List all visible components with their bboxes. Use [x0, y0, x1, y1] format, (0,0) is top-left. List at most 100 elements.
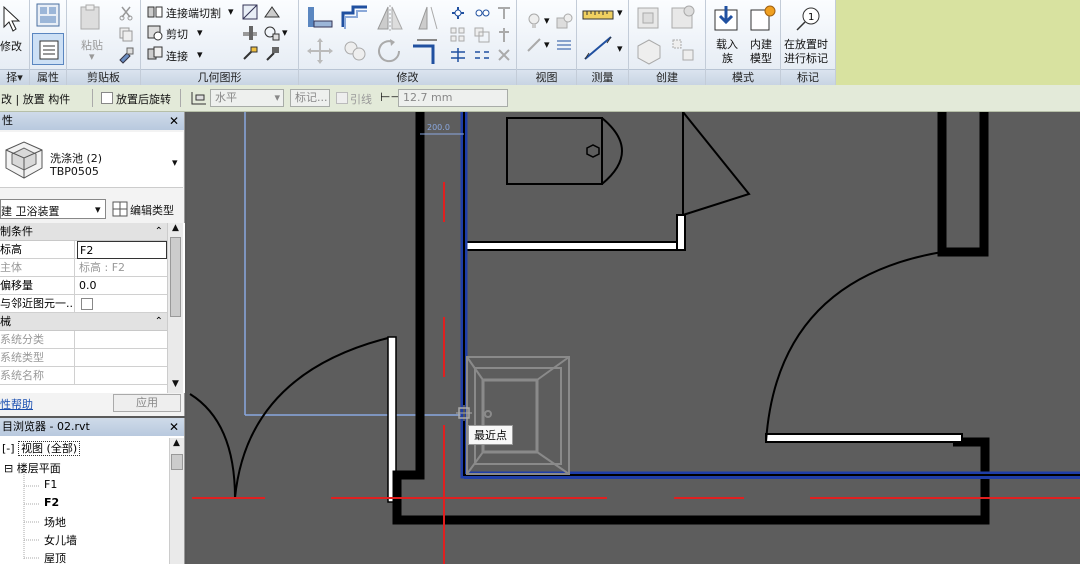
hammer-icon[interactable] — [263, 45, 281, 63]
join-geometry-dropdown[interactable]: ▾ — [197, 48, 203, 61]
trim-extend-multi-icon[interactable] — [495, 4, 513, 22]
drawing-canvas[interactable]: 200.0 最近点 — [187, 112, 1080, 564]
wall-joins-icon[interactable] — [241, 24, 259, 42]
property-grid-scrollbar[interactable]: ▲ ▼ — [167, 223, 183, 393]
paste-icon[interactable] — [77, 3, 105, 33]
trim-extend-corner-icon[interactable] — [409, 36, 441, 66]
orientation-select[interactable]: 水平 ▾ — [210, 89, 284, 107]
modify-cursor-icon[interactable] — [0, 5, 22, 35]
hide-dropdown[interactable]: ▾ — [544, 14, 550, 27]
floor-plan-view[interactable]: 200.0 — [187, 112, 1080, 564]
create-assembly-icon[interactable] — [635, 3, 663, 33]
move-with-nearby-checkbox[interactable] — [81, 298, 93, 310]
move-icon[interactable] — [449, 4, 467, 22]
tree-item-parapet[interactable]: 女儿墙 — [44, 532, 77, 548]
leader-length-field[interactable]: 12.7 mm — [398, 89, 508, 107]
properties-help-link[interactable]: 性帮助 — [0, 396, 33, 412]
properties-toggle-button[interactable] — [32, 33, 64, 65]
measure-dropdown[interactable]: ▾ — [617, 6, 623, 19]
type-properties-icon[interactable] — [33, 2, 63, 30]
apply-button[interactable]: 应用 — [113, 394, 181, 412]
scroll-thumb[interactable] — [170, 237, 181, 317]
join-roof-icon[interactable] — [263, 3, 281, 21]
connect-end-cut-label[interactable]: 连接端切割 — [166, 5, 221, 21]
create-group-icon[interactable] — [635, 36, 663, 66]
offset-icon[interactable] — [339, 3, 371, 33]
tag-on-placement-button[interactable]: 1 在放置时 进行标记 — [781, 2, 835, 66]
join-geometry-label[interactable]: 连接 — [166, 48, 188, 64]
leader-checkbox[interactable] — [336, 92, 348, 104]
hide-bulb-icon[interactable] — [525, 12, 543, 30]
paint-icon[interactable] — [241, 45, 259, 63]
scroll-down-icon[interactable]: ▼ — [172, 379, 179, 389]
demolish-dropdown[interactable]: ▾ — [282, 26, 288, 39]
modify-button-label[interactable]: 修改 — [0, 38, 22, 54]
thin-lines-icon[interactable] — [555, 36, 573, 54]
browser-close-button[interactable]: ✕ — [169, 418, 179, 436]
scroll-thumb[interactable] — [171, 454, 183, 470]
mirror-axis-icon[interactable] — [374, 3, 406, 33]
load-family-button[interactable]: 载入 族 — [708, 2, 744, 66]
walls[interactable] — [392, 112, 990, 525]
type-selector[interactable]: 洗涤池 (2) TBP0505 ▾ — [0, 132, 183, 188]
measure-ruler-icon[interactable] — [581, 3, 617, 25]
tree-item-roof[interactable]: 屋顶 — [44, 550, 66, 564]
pin-icon[interactable] — [495, 26, 513, 44]
mirror-draw-icon[interactable] — [409, 3, 441, 33]
scale-icon[interactable] — [473, 26, 491, 44]
connect-end-cut-dropdown[interactable]: ▾ — [228, 5, 234, 18]
cut-clipboard-icon[interactable] — [117, 4, 135, 22]
create-parts-icon[interactable] — [669, 3, 697, 33]
delete-icon[interactable] — [495, 46, 513, 64]
match-properties-icon[interactable] — [117, 46, 135, 64]
copy-icon[interactable] — [117, 25, 135, 43]
in-place-model-button[interactable]: 内建 模型 — [744, 2, 780, 66]
split-face-icon[interactable] — [241, 3, 259, 21]
create-similar-icon[interactable] — [669, 36, 697, 66]
level-value-field[interactable]: F2 — [77, 241, 167, 259]
linework-dropdown[interactable]: ▾ — [544, 38, 550, 51]
join-geometry-icon[interactable] — [146, 45, 164, 63]
select-panel-title[interactable]: 择▾ — [0, 69, 29, 85]
split-element-icon[interactable] — [449, 46, 467, 64]
edit-type-button[interactable]: 编辑类型 — [110, 199, 184, 219]
type-dropdown-icon[interactable]: ▾ — [172, 156, 178, 169]
door-right[interactable] — [765, 251, 943, 443]
sink-placement-preview[interactable] — [466, 356, 570, 475]
door-top[interactable] — [682, 112, 751, 216]
cut-geometry-label[interactable]: 剪切 — [166, 26, 188, 42]
override-graphics-icon[interactable] — [555, 12, 573, 30]
scroll-up-icon[interactable]: ▲ — [172, 223, 179, 233]
array-icon[interactable] — [449, 26, 467, 44]
constraints-category[interactable]: 制条件 ⌃ — [0, 223, 167, 241]
mechanical-category[interactable]: 械 ⌃ — [0, 313, 167, 331]
toilet-fixture[interactable] — [506, 117, 623, 185]
tree-item-site[interactable]: 场地 — [44, 514, 66, 530]
align-icon[interactable] — [304, 3, 336, 33]
aligned-dimension-icon[interactable] — [581, 33, 617, 63]
tree-item-f1[interactable]: F1 — [44, 478, 57, 491]
cut-geometry-icon[interactable] — [146, 24, 164, 42]
tag-field[interactable]: 标记... — [290, 89, 330, 107]
cope-icon[interactable] — [146, 3, 164, 21]
copy-shapes-icon[interactable] — [339, 36, 371, 66]
rotate-icon[interactable] — [374, 36, 406, 66]
dimension-annotation[interactable]: 200.0 — [420, 123, 464, 135]
copy-element-icon[interactable] — [473, 4, 491, 22]
expand-toggle[interactable]: ⊟ — [4, 462, 13, 475]
browser-scrollbar[interactable]: ▲ — [169, 438, 184, 564]
tree-item-views[interactable]: [-] 视图 (全部) — [2, 440, 81, 456]
demolish-icon[interactable] — [263, 24, 281, 42]
door-left[interactable] — [189, 336, 397, 503]
cut-geometry-dropdown[interactable]: ▾ — [197, 26, 203, 39]
expand-toggle[interactable]: [-] — [2, 442, 15, 455]
offset-value-field[interactable]: 0.0 — [77, 277, 167, 295]
tree-item-f2[interactable]: F2 — [44, 496, 59, 509]
split-gap-icon[interactable] — [473, 46, 491, 64]
linework-icon[interactable] — [525, 36, 543, 54]
rotate-after-place-checkbox[interactable] — [101, 92, 113, 104]
paste-dropdown-arrow[interactable]: ▾ — [89, 50, 95, 63]
properties-close-button[interactable]: ✕ — [169, 112, 179, 130]
dimension-dropdown[interactable]: ▾ — [617, 42, 623, 55]
move-arrows-icon[interactable] — [304, 36, 336, 66]
